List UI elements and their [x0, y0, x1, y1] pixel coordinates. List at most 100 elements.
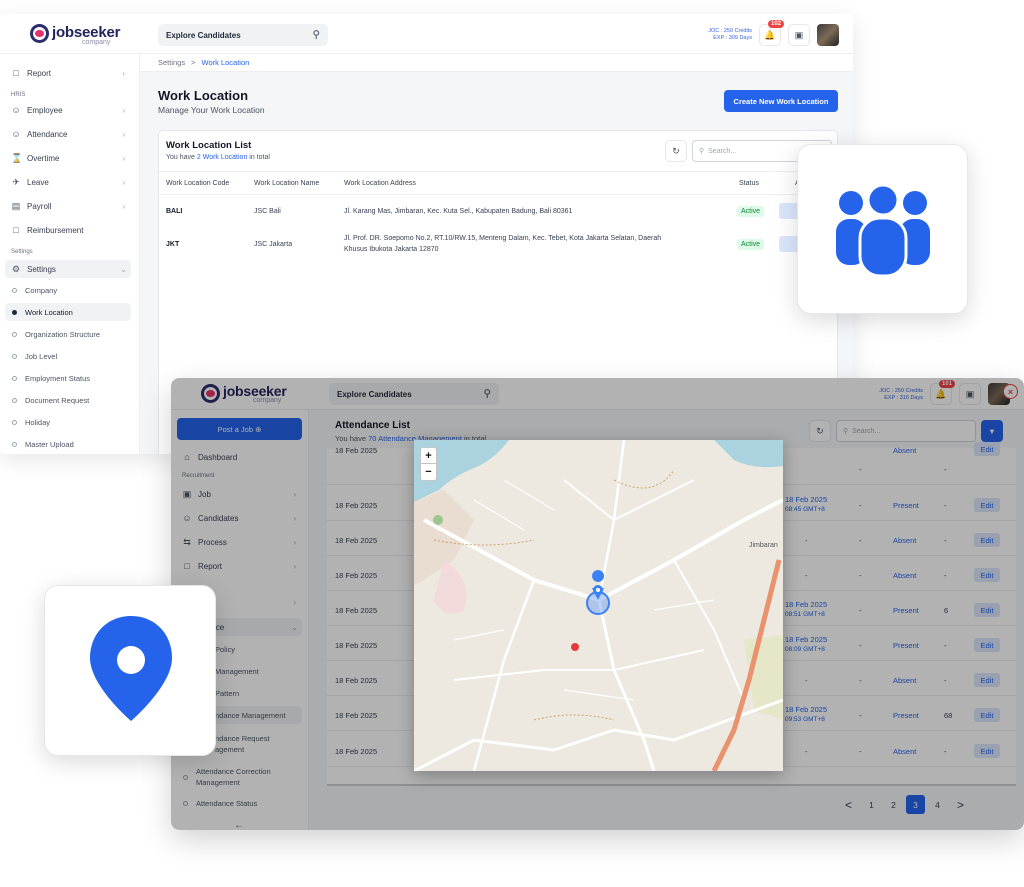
user-check-icon: ☺ — [11, 129, 21, 139]
gear-icon: ⚙ — [11, 263, 21, 274]
sidebar-sub-work-location[interactable]: Work Location — [5, 303, 131, 321]
sidebar-item-report[interactable]: □ Report › — [11, 68, 129, 78]
cell-address: Jl. Karang Mas, Jimbaran, Kec. Kuta Sel.… — [344, 208, 573, 215]
calendar-button[interactable]: ▣ — [788, 24, 810, 46]
zoom-in-button[interactable]: + — [421, 448, 436, 464]
sidebar-sub-company[interactable]: Company — [12, 286, 57, 295]
location-map[interactable]: Jimbaran — [414, 440, 783, 771]
money-icon: ▤ — [11, 201, 21, 211]
bullet-icon — [12, 442, 17, 447]
refresh-button[interactable]: ↻ — [665, 140, 687, 162]
sidebar-item-attendance[interactable]: ☺ Attendance › — [11, 129, 129, 139]
map-place-label: Jimbaran — [749, 542, 778, 549]
sidebar-sub-label: Organization Structure — [25, 330, 101, 339]
card-title: Work Location List — [166, 140, 252, 151]
bullet-icon — [12, 354, 17, 359]
credits-text: JOC : 250 Credits — [708, 28, 752, 34]
sidebar-sub-master-upload[interactable]: Master Upload — [12, 440, 74, 449]
sidebar-sub-label: Job Level — [25, 352, 58, 361]
sidebar-sub-holiday[interactable]: Holiday — [12, 418, 50, 427]
avatar[interactable] — [817, 24, 839, 46]
sidebar-item-label: Report — [27, 68, 52, 78]
search-placeholder: Search... — [708, 147, 737, 155]
col-header-address: Work Location Address — [344, 180, 416, 187]
chevron-right-icon: › — [122, 202, 125, 211]
card-count: You have 2 Work Location in total — [166, 154, 270, 161]
search-input[interactable]: Explore Candidates ⚲ — [158, 24, 328, 46]
sidebar-item-label: Reimbursement — [27, 225, 84, 235]
breadcrumb-root[interactable]: Settings — [158, 58, 185, 67]
calendar-icon: ▣ — [794, 29, 804, 40]
col-header-name: Work Location Name — [254, 180, 320, 187]
breadcrumb: Settings > Work Location — [140, 54, 853, 72]
status-badge: Active — [737, 206, 765, 217]
map-tiles — [414, 440, 783, 771]
cell-name: JSC Jakarta — [254, 241, 293, 248]
credits-info: JOC : 250 Credits EXP : 309 Days — [690, 28, 752, 42]
notification-badge: 102 — [768, 20, 785, 28]
zoom-out-button[interactable]: − — [421, 464, 436, 480]
sidebar-section-hris: HRIS — [11, 92, 26, 98]
search-text: Explore Candidates — [166, 30, 241, 40]
sidebar-item-leave[interactable]: ✈ Leave › — [11, 177, 129, 188]
sidebar-item-payroll[interactable]: ▤ Payroll › — [11, 201, 129, 212]
logo-icon — [30, 24, 49, 43]
page-title: Work Location — [158, 88, 249, 103]
sidebar-item-overtime[interactable]: ⌛ Overtime › — [11, 153, 129, 164]
sidebar-sub-organization-structure[interactable]: Organization Structure — [12, 330, 100, 339]
chevron-right-icon: › — [122, 105, 125, 115]
cell-address-line2: Khusus Ibukota Jakarta 12870 — [344, 246, 439, 253]
expiry-text: EXP : 309 Days — [713, 35, 752, 41]
count-link[interactable]: 2 Work Location — [197, 154, 247, 161]
search-icon: ⚲ — [699, 148, 705, 155]
divider — [159, 194, 837, 195]
breadcrumb-separator: > — [191, 58, 196, 67]
sidebar-sub-label: Document Request — [25, 396, 90, 405]
sidebar-sub-label: Master Upload — [25, 440, 74, 449]
top-header: jobseeker company Explore Candidates ⚲ J… — [0, 14, 853, 54]
bullet-icon — [12, 309, 17, 315]
sidebar-sub-job-level[interactable]: Job Level — [12, 352, 57, 361]
count-prefix: You have — [166, 154, 197, 161]
breadcrumb-current: Work Location — [201, 58, 250, 67]
sidebar-item-label: Attendance — [27, 129, 68, 139]
sidebar-item-label: Settings — [27, 264, 56, 274]
sidebar-item-label: Leave — [27, 178, 49, 187]
sidebar-sub-label: Work Location — [25, 307, 73, 317]
bullet-icon — [12, 398, 17, 403]
sidebar-item-reimbursement[interactable]: □ Reimbursement — [11, 225, 129, 235]
bullet-icon — [12, 376, 17, 381]
brand-sub: company — [82, 39, 111, 46]
sidebar-sub-label: Employment Status — [25, 374, 91, 383]
location-pin-icon — [90, 616, 172, 721]
chevron-right-icon: › — [122, 68, 125, 78]
sidebar-sub-document-request[interactable]: Document Request — [12, 396, 89, 405]
map-zoom-control: + − — [420, 447, 437, 481]
create-work-location-button[interactable]: Create New Work Location — [724, 90, 838, 112]
chevron-down-icon: ⌄ — [120, 264, 127, 274]
sidebar: □ Report › HRIS ☺ Employee › ☺ Attendance › ⌛ O… — [0, 54, 140, 454]
sidebar-item-employee[interactable]: ☺ Employee › — [11, 105, 129, 115]
users-group-icon — [836, 183, 930, 278]
sidebar-item-label: Payroll — [27, 202, 52, 211]
col-header-code: Work Location Code — [166, 180, 230, 187]
cell-name: JSC Bali — [254, 208, 281, 215]
refresh-icon: ↻ — [672, 145, 680, 156]
receipt-icon: □ — [13, 225, 19, 235]
sidebar-item-settings[interactable]: ⚙ Settings ⌄ — [5, 260, 131, 278]
location-feature-card — [44, 585, 216, 756]
sidebar-item-label: Employee — [27, 105, 63, 115]
user-icon: ☺ — [11, 105, 21, 115]
plane-icon: ✈ — [12, 177, 20, 187]
sidebar-section-settings: Settings — [11, 249, 33, 255]
bullet-icon — [12, 288, 17, 293]
cell-code: BALI — [166, 208, 183, 215]
sidebar-sub-employment-status[interactable]: Employment Status — [12, 374, 90, 383]
chevron-right-icon: › — [122, 129, 125, 139]
sidebar-sub-label: Holiday — [25, 418, 51, 427]
chevron-right-icon: › — [122, 178, 125, 187]
search-icon: ⚲ — [312, 29, 320, 41]
page-subtitle: Manage Your Work Location — [158, 105, 265, 115]
document-icon: □ — [13, 68, 19, 78]
col-header-status: Status — [739, 180, 759, 187]
